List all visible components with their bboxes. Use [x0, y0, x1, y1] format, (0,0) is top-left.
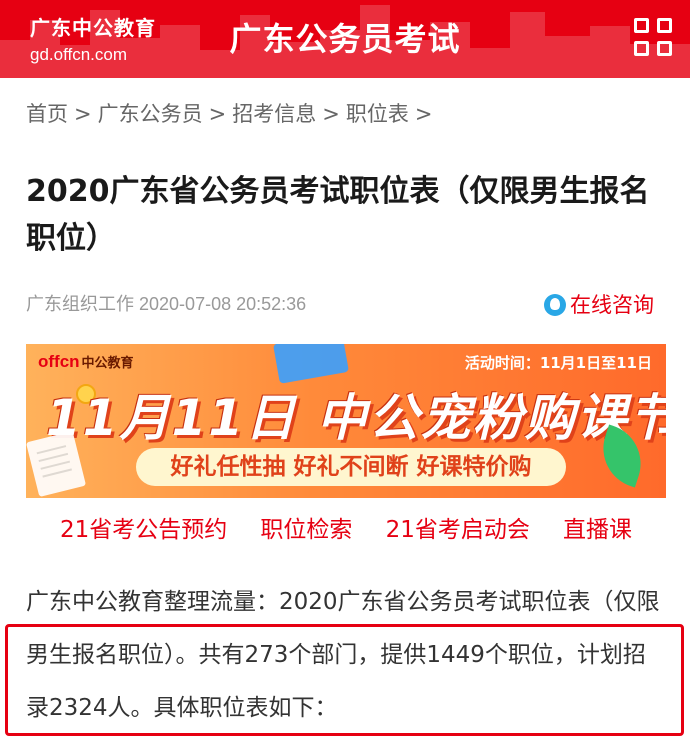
- link-live-course[interactable]: 直播课: [563, 510, 632, 544]
- banner-headline: 11月11日 中公宠粉购课节: [46, 389, 666, 447]
- banner-time: 活动时间：11月1日至11日: [464, 354, 652, 372]
- banner-subtext: 好礼任性抽 好礼不间断 好课特价购: [136, 448, 566, 486]
- article-title: 2020广东省公务员考试职位表（仅限男生报名职位）: [26, 174, 650, 256]
- qq-chat-icon: [544, 294, 566, 316]
- breadcrumb-recruitment-info[interactable]: 招考信息: [232, 102, 316, 126]
- article-meta: 广东组织工作 2020-07-08 20:52:36: [26, 290, 306, 316]
- article-datetime: 2020-07-08 20:52:36: [139, 294, 307, 314]
- link-position-search[interactable]: 职位检索: [260, 510, 352, 544]
- banner-logo: offcn 中公教育: [38, 352, 134, 371]
- link-kickoff-meeting[interactable]: 21省考启动会: [386, 510, 530, 544]
- breadcrumb-separator: >: [74, 102, 92, 126]
- quick-links: 21省考公告预约 职位检索 21省考启动会 直播课: [26, 510, 666, 544]
- breadcrumb-separator: >: [414, 102, 433, 126]
- site-header: 广东中公教育 gd.offcn.com 广东公务员考试: [0, 0, 690, 78]
- online-consult-link[interactable]: 在线咨询: [544, 289, 654, 319]
- article-source: 广东组织工作: [26, 294, 134, 314]
- breadcrumb: 首页 > 广东公务员 > 招考信息 > 职位表 >: [26, 98, 438, 128]
- consult-label: 在线咨询: [570, 293, 654, 317]
- header-title: 广东公务员考试: [229, 20, 461, 58]
- breadcrumb-home[interactable]: 首页: [26, 102, 68, 126]
- breadcrumb-separator: >: [322, 102, 340, 126]
- link-exam-announcement[interactable]: 21省考公告预约: [60, 510, 227, 544]
- grid-menu-icon[interactable]: [634, 18, 672, 56]
- breadcrumb-gd-civil-servant[interactable]: 广东公务员: [98, 102, 203, 126]
- article-body: 广东中公教育整理流量：2020广东省公务员考试职位表（仅限男生报名职位）。共有2…: [26, 589, 660, 721]
- promo-banner[interactable]: offcn 中公教育 活动时间：11月1日至11日 11月11日 中公宠粉购课节 …: [26, 344, 666, 498]
- breadcrumb-separator: >: [208, 102, 227, 126]
- breadcrumb-position-table[interactable]: 职位表: [346, 102, 409, 126]
